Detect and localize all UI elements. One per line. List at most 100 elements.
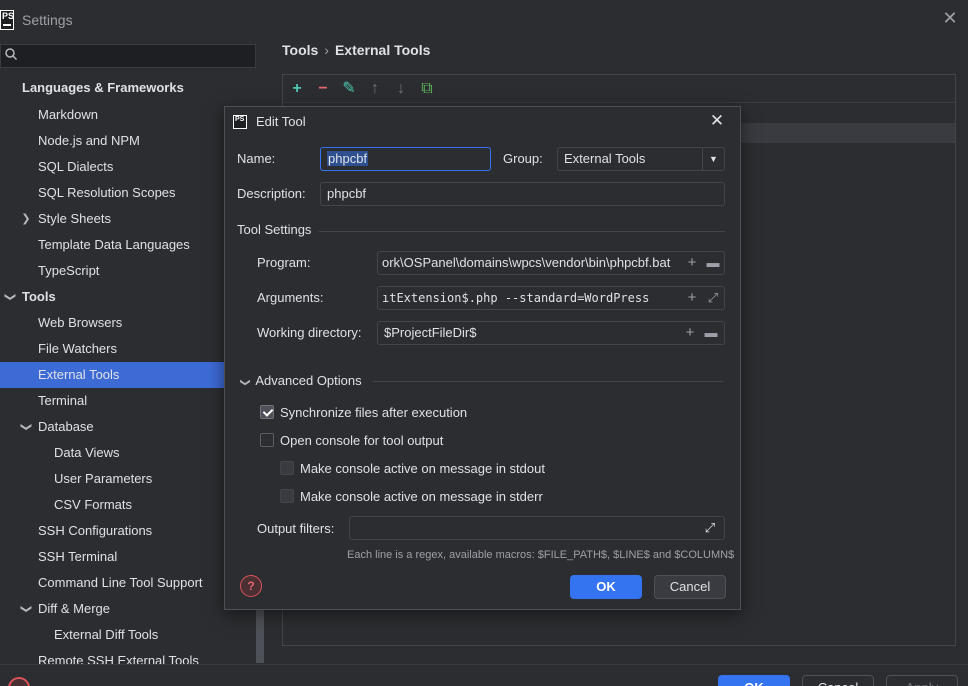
logo-text: PS [2, 11, 15, 21]
settings-apply-button[interactable]: Apply [886, 675, 958, 686]
close-icon[interactable]: ✕ [706, 110, 728, 132]
add-icon[interactable]: + [287, 79, 307, 99]
settings-footer: OK Cancel Apply [0, 664, 968, 686]
sidebar-item-command-line-tool-support[interactable]: Command Line Tool Support [0, 570, 252, 596]
search-input[interactable] [0, 44, 256, 68]
group-select[interactable]: External Tools ▼ [557, 147, 725, 171]
settings-cancel-button[interactable]: Cancel [802, 675, 874, 686]
description-value: phpcbf [327, 186, 367, 201]
sidebar-item-label: Remote SSH External Tools [38, 653, 199, 664]
sidebar-item-label: SSH Terminal [38, 549, 118, 564]
breadcrumb-parent[interactable]: Tools [282, 42, 318, 58]
description-input[interactable]: phpcbf [320, 182, 725, 206]
sidebar-item-external-tools[interactable]: External Tools [0, 362, 224, 388]
name-label: Name: [237, 151, 276, 166]
expand-icon[interactable]: ⤢ [702, 520, 718, 536]
sync-files-checkbox[interactable] [260, 405, 274, 419]
sidebar-item-label: External Diff Tools [54, 627, 159, 642]
remove-icon[interactable]: − [313, 79, 333, 99]
cancel-button[interactable]: Cancel [654, 575, 726, 599]
chevron-down-icon[interactable]: ▼ [702, 148, 724, 170]
group-value: External Tools [564, 151, 646, 166]
output-filters-input[interactable]: ⤢ [349, 516, 725, 540]
chevron-down-icon[interactable]: ❯ [0, 291, 23, 303]
sidebar-item-sql-dialects[interactable]: SQL Dialects [0, 154, 252, 180]
group-label: Group: [503, 151, 543, 166]
sidebar-item-ssh-terminal[interactable]: SSH Terminal [0, 544, 252, 570]
advanced-options-label: Advanced Options [255, 373, 362, 388]
name-input[interactable]: phpcbf [320, 147, 491, 171]
output-filters-label: Output filters: [257, 521, 335, 536]
sidebar-item-nodejs[interactable]: Node.js and NPM [0, 128, 252, 154]
sidebar-item-csv-formats[interactable]: CSV Formats [0, 492, 252, 518]
sync-files-label[interactable]: Synchronize files after execution [280, 405, 467, 420]
folder-icon[interactable]: ▬ [703, 325, 719, 341]
program-label: Program: [257, 255, 311, 270]
sidebar-item-data-views[interactable]: Data Views [0, 440, 252, 466]
move-up-icon[interactable]: ↑ [365, 79, 385, 99]
insert-macro-icon[interactable]: + [684, 290, 700, 306]
insert-macro-icon[interactable]: + [684, 255, 700, 271]
description-label: Description: [237, 186, 306, 201]
close-icon[interactable]: ✕ [940, 8, 960, 29]
breadcrumb-separator: › [324, 42, 329, 58]
insert-macro-icon[interactable]: + [682, 325, 698, 341]
tools-toolbar: + − ✎ ↑ ↓ ⧉ [283, 75, 955, 103]
dialog-title: Edit Tool [256, 114, 306, 129]
console-stdout-checkbox[interactable] [280, 461, 294, 475]
sidebar-item-markdown[interactable]: Markdown [0, 102, 252, 128]
name-value: phpcbf [327, 151, 369, 166]
sidebar-item-file-watchers[interactable]: File Watchers [0, 336, 252, 362]
sidebar-item-label: Command Line Tool Support [38, 575, 203, 590]
sidebar-item-remote-ssh-external-tools[interactable]: Remote SSH External Tools [0, 648, 252, 664]
arguments-label: Arguments: [257, 290, 324, 305]
sidebar-item-diff-merge[interactable]: ❯ Diff & Merge [0, 596, 252, 622]
sidebar-item-label: SQL Resolution Scopes [38, 185, 176, 200]
ok-button[interactable]: OK [570, 575, 642, 599]
sidebar-item-sql-resolution-scopes[interactable]: SQL Resolution Scopes [0, 180, 252, 206]
sidebar-item-user-parameters[interactable]: User Parameters [0, 466, 252, 492]
arguments-value: ıtExtension$.php --standard=WordPress [382, 291, 650, 305]
edit-icon[interactable]: ✎ [339, 79, 359, 99]
sidebar-item-database[interactable]: ❯ Database [0, 414, 252, 440]
open-console-checkbox[interactable] [260, 433, 274, 447]
console-stderr-checkbox[interactable] [280, 489, 294, 503]
program-input[interactable]: ork\OSPanel\domains\wpcs\vendor\bin\phpc… [377, 251, 725, 275]
sidebar-item-template-data-languages[interactable]: Template Data Languages [0, 232, 252, 258]
console-stderr-label[interactable]: Make console active on message in stderr [300, 489, 543, 504]
sidebar-scrollbar[interactable] [256, 603, 264, 663]
sidebar-item-label: Tools [22, 289, 56, 304]
working-directory-input[interactable]: $ProjectFileDir$ + ▬ [377, 321, 725, 345]
sidebar-item-label: Database [38, 419, 94, 434]
chevron-right-icon[interactable]: ❯ [20, 206, 32, 232]
sidebar-item-label: Style Sheets [38, 211, 111, 226]
console-stdout-label[interactable]: Make console active on message in stdout [300, 461, 545, 476]
sidebar-item-label: Node.js and NPM [38, 133, 140, 148]
folder-icon[interactable]: ▬ [705, 255, 721, 271]
sidebar-item-label: CSV Formats [54, 497, 133, 512]
move-down-icon[interactable]: ↓ [391, 79, 411, 99]
sidebar-item-style-sheets[interactable]: ❯ Style Sheets [0, 206, 252, 232]
sidebar-item-languages-frameworks[interactable]: Languages & Frameworks [0, 75, 252, 101]
chevron-down-icon[interactable]: ❯ [13, 603, 39, 615]
sidebar-item-tools[interactable]: ❯ Tools [0, 284, 252, 310]
sidebar-item-web-browsers[interactable]: Web Browsers [0, 310, 252, 336]
arguments-input[interactable]: ıtExtension$.php --standard=WordPress + … [377, 286, 725, 310]
copy-icon[interactable]: ⧉ [417, 79, 437, 99]
advanced-options-toggle[interactable]: ❯ Advanced Options [240, 373, 362, 388]
chevron-down-icon[interactable]: ❯ [13, 421, 39, 433]
sidebar-item-ssh-configurations[interactable]: SSH Configurations [0, 518, 252, 544]
open-console-label[interactable]: Open console for tool output [280, 433, 443, 448]
sidebar-item-external-diff-tools[interactable]: External Diff Tools [0, 622, 252, 648]
settings-ok-button[interactable]: OK [718, 675, 790, 686]
expand-icon[interactable]: ⤢ [705, 290, 721, 306]
help-icon[interactable] [8, 677, 30, 686]
program-value: ork\OSPanel\domains\wpcs\vendor\bin\phpc… [382, 255, 671, 270]
search-icon [5, 48, 18, 61]
sidebar-item-label: TypeScript [38, 263, 100, 278]
chevron-down-icon[interactable]: ❯ [240, 378, 251, 386]
sidebar-item-typescript[interactable]: TypeScript [0, 258, 252, 284]
sidebar-item-label: Markdown [38, 107, 98, 122]
sidebar-item-terminal[interactable]: Terminal [0, 388, 252, 414]
help-icon[interactable]: ? [240, 575, 262, 597]
